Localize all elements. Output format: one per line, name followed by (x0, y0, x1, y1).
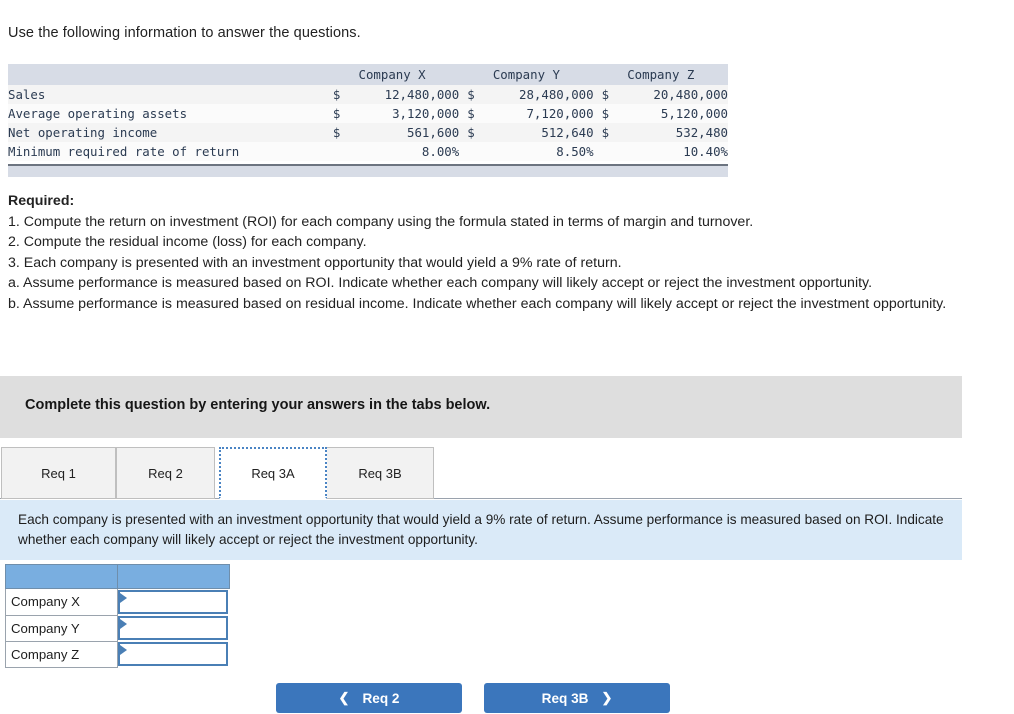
answer-row-label-company-x: Company X (5, 588, 118, 616)
dropdown-marker-icon (120, 645, 127, 655)
required-heading-text: Required: (8, 193, 75, 209)
previous-req-label: Req 2 (362, 690, 400, 706)
dropdown-marker-icon (120, 593, 127, 603)
cell-value: 12,480,000 (384, 87, 460, 102)
question-page: Use the following information to answer … (0, 0, 1014, 714)
answer-input-cell-company-z[interactable] (118, 641, 230, 667)
cell-value: 532,480 (675, 125, 728, 140)
currency-symbol: $ (467, 106, 475, 121)
cell-value: 28,480,000 (518, 87, 594, 102)
table-row: Average operating assets $3,120,000 $7,1… (8, 104, 728, 123)
facts-header-company-y: Company Y (459, 64, 594, 85)
currency-symbol: $ (601, 125, 610, 140)
facts-row-label: Sales (8, 87, 46, 102)
cell-value: 561,600 (407, 125, 460, 140)
table-row: Minimum required rate of return 8.00% 8.… (8, 142, 728, 161)
tab-strip: Req 1 Req 2 Req 3A Req 3B (0, 447, 962, 499)
tab-label: Req 2 (148, 465, 183, 481)
cell-value: 5,120,000 (660, 106, 728, 121)
tab-req-3a[interactable]: Req 3A (219, 447, 327, 499)
currency-symbol: $ (332, 106, 341, 121)
facts-cell-y: 8.50% (459, 142, 593, 161)
facts-cell-x: $3,120,000 (325, 104, 459, 123)
facts-row-label: Average operating assets (8, 106, 188, 121)
table-row: Net operating income $561,600 $512,640 $… (8, 123, 728, 142)
required-block: Required: 1. Compute the return on inves… (8, 191, 1008, 314)
facts-header-blank (8, 64, 325, 85)
table-row: Sales $12,480,000 $28,480,000 $20,480,00… (8, 85, 728, 104)
answer-header-col2 (117, 564, 230, 589)
required-item-3b: b. Assume performance is measured based … (8, 295, 947, 312)
facts-header-company-z: Company Z (593, 64, 728, 85)
required-heading: Required: (8, 191, 1008, 212)
facts-cell-z: $5,120,000 (594, 104, 728, 123)
required-item-3: 3. Each company is presented with an inv… (8, 254, 622, 271)
cell-value: 7,120,000 (526, 106, 594, 121)
facts-cell-x: $12,480,000 (325, 85, 459, 104)
currency-symbol: $ (332, 87, 341, 102)
facts-header-row: Company X Company Y Company Z (8, 64, 728, 85)
accept-reject-dropdown-company-z[interactable] (118, 642, 228, 666)
cell-value: 10.40% (683, 144, 728, 159)
intro-text: Use the following information to answer … (8, 25, 361, 41)
facts-cell-x: $561,600 (325, 123, 459, 142)
currency-symbol: $ (332, 125, 341, 140)
answer-header-col1 (5, 564, 118, 589)
cell-value: 8.50% (556, 144, 594, 159)
answer-header-row (5, 564, 230, 589)
answer-input-cell-company-y[interactable] (118, 615, 230, 641)
complete-question-text: Complete this question by entering your … (25, 397, 491, 413)
facts-cell-y: $28,480,000 (459, 85, 593, 104)
accept-reject-dropdown-company-y[interactable] (118, 616, 228, 640)
previous-req-button[interactable]: ❮ Req 2 (276, 683, 462, 713)
answer-table-body: Company X Company Y Company Z (5, 564, 230, 668)
cell-value: 3,120,000 (392, 106, 460, 121)
cell-value: 20,480,000 (653, 87, 728, 102)
tab-req-2[interactable]: Req 2 (116, 447, 215, 499)
facts-table-body: Sales $12,480,000 $28,480,000 $20,480,00… (8, 85, 728, 161)
facts-row-label: Minimum required rate of return (8, 144, 240, 159)
chevron-left-icon: ❮ (338, 690, 350, 705)
answer-row-label-company-y: Company Y (5, 614, 118, 642)
next-req-label: Req 3B (541, 690, 589, 706)
answer-row-label-company-z: Company Z (5, 640, 118, 668)
required-item-3a: a. Assume performance is measured based … (8, 275, 873, 291)
facts-cell-z: $532,480 (594, 123, 728, 142)
required-item-1: 1. Compute the return on investment (ROI… (8, 213, 754, 230)
accept-reject-dropdown-company-x[interactable] (118, 590, 228, 614)
tab-req-1[interactable]: Req 1 (1, 447, 116, 499)
cell-value: 512,640 (541, 125, 594, 140)
answer-table: Company X Company Y Company Z (5, 564, 230, 668)
facts-cell-z: 10.40% (594, 142, 728, 161)
facts-cell-x: 8.00% (325, 142, 459, 161)
table-row: Company Z (5, 640, 230, 668)
facts-cell-y: $512,640 (459, 123, 593, 142)
currency-symbol: $ (467, 87, 475, 102)
facts-cell-y: $7,120,000 (459, 104, 593, 123)
table-row: Company X (5, 588, 230, 616)
instruction-panel: Each company is presented with an invest… (0, 500, 962, 560)
next-req-button[interactable]: Req 3B ❯ (484, 683, 670, 713)
tab-req-3b[interactable]: Req 3B (326, 447, 434, 499)
chevron-right-icon: ❯ (601, 690, 613, 705)
cell-value: 8.00% (421, 144, 460, 159)
table-row: Company Y (5, 614, 230, 642)
facts-table-container: Company X Company Y Company Z Sales $12,… (8, 64, 728, 177)
complete-question-banner: Complete this question by entering your … (0, 376, 962, 438)
currency-symbol: $ (467, 125, 475, 140)
facts-table-head: Company X Company Y Company Z (8, 64, 728, 85)
answer-input-cell-company-x[interactable] (118, 589, 230, 616)
tab-label: Req 1 (41, 465, 76, 481)
currency-symbol: $ (601, 87, 610, 102)
facts-table-footer-bar (8, 164, 728, 177)
dropdown-marker-icon (120, 619, 127, 629)
required-item-2: 2. Compute the residual income (loss) fo… (8, 234, 367, 250)
facts-header-company-x: Company X (324, 64, 460, 85)
facts-table: Company X Company Y Company Z Sales $12,… (8, 64, 728, 161)
tab-label: Req 3A (251, 465, 295, 481)
currency-symbol: $ (601, 106, 610, 121)
facts-row-label: Net operating income (8, 125, 158, 140)
facts-cell-z: $20,480,000 (594, 85, 728, 104)
tab-label: Req 3B (358, 465, 402, 481)
